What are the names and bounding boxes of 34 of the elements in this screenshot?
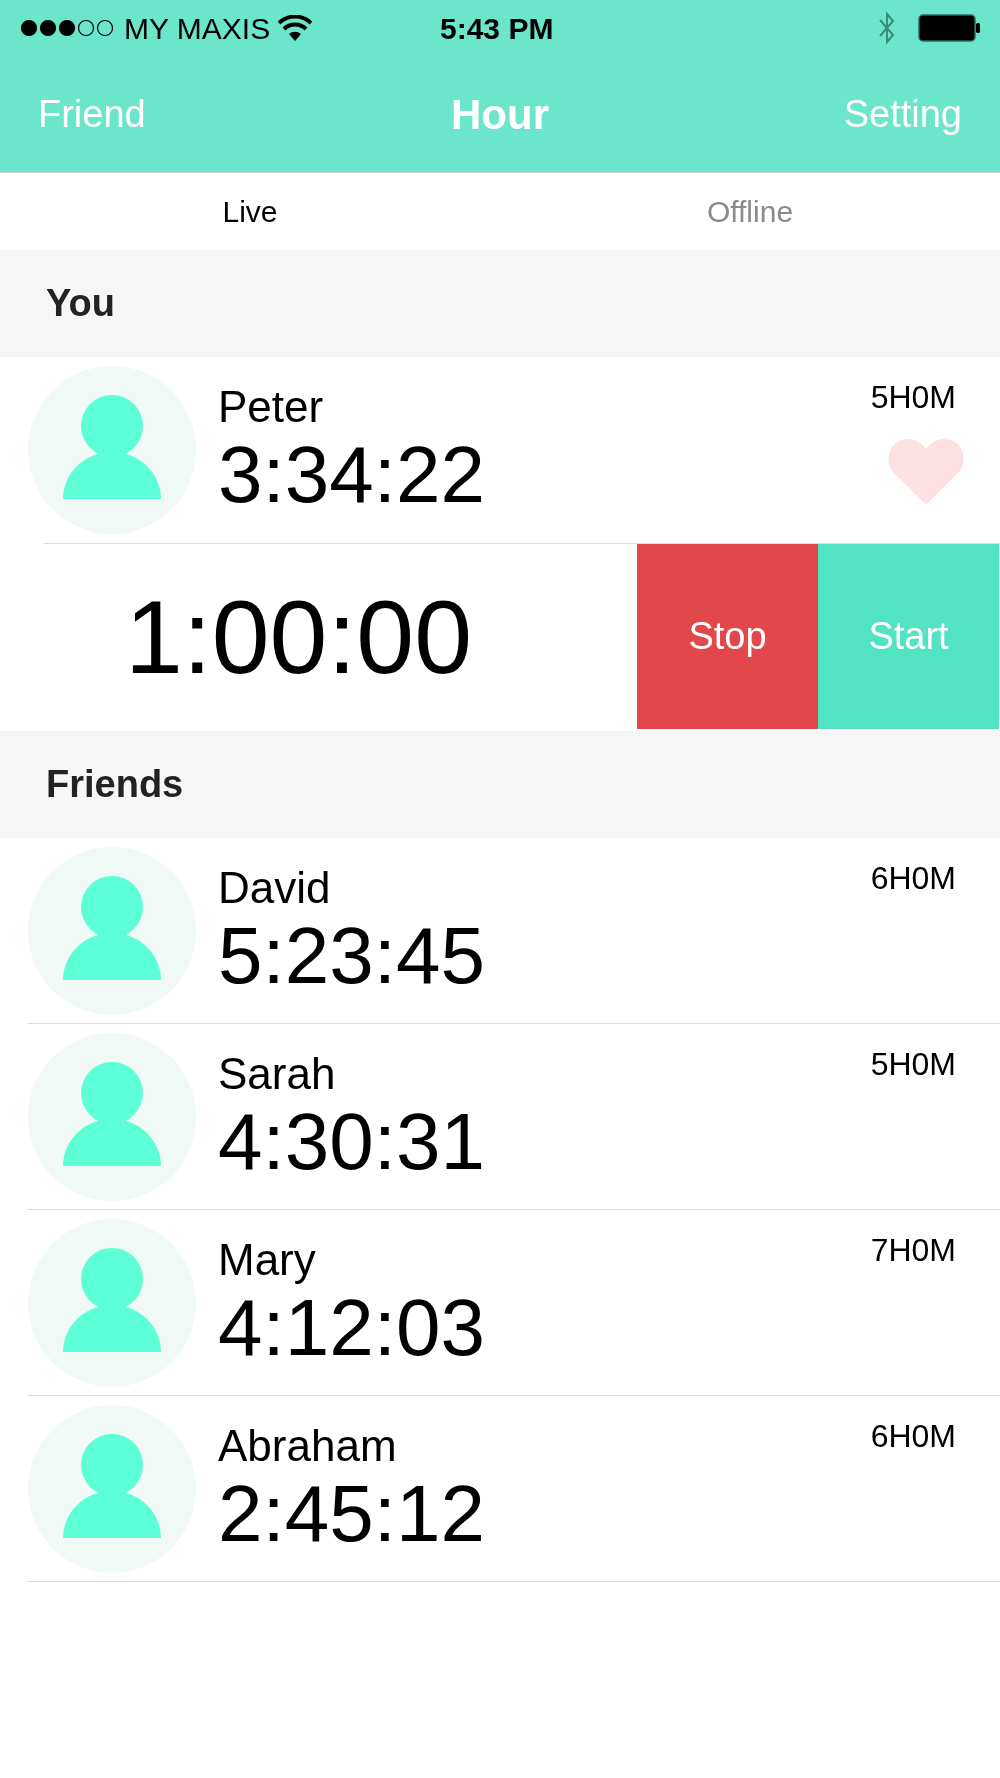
elapsed-time: 4:12:03	[218, 1284, 486, 1371]
person-name: Sarah	[218, 1048, 337, 1099]
avatar-icon	[28, 1218, 196, 1387]
person-name: Peter	[218, 382, 325, 432]
goal-label: 5H0M	[870, 378, 956, 417]
stop-button[interactable]: Stop	[637, 544, 818, 729]
avatar-icon	[28, 366, 196, 534]
avatar-icon	[28, 846, 196, 1015]
avatar-icon	[28, 1404, 196, 1573]
elapsed-time: 5:23:45	[218, 912, 486, 999]
heart-icon[interactable]	[888, 437, 964, 505]
elapsed-time: 4:30:31	[218, 1098, 486, 1185]
avatar-icon	[28, 1032, 196, 1201]
goal-label: 5H0M	[870, 1045, 956, 1084]
tab[interactable]: Live	[0, 173, 500, 250]
tab[interactable]: Offline	[500, 173, 1000, 250]
person-name: David	[218, 862, 332, 913]
goal-label: 6H0M	[870, 859, 956, 898]
goal-label: 6H0M	[870, 1417, 956, 1456]
screen-title: Hour	[451, 89, 549, 140]
carrier-name: MY MAXIS	[124, 10, 271, 47]
wifi-icon	[278, 15, 313, 41]
bluetooth-icon	[878, 11, 896, 45]
section-title: Friends	[46, 762, 184, 807]
status-time: 5:43 PM	[440, 10, 554, 47]
person-name: Abraham	[218, 1420, 398, 1471]
signal-icon	[20, 19, 116, 37]
countdown-time: 1:00:00	[124, 577, 473, 697]
battery-icon	[918, 14, 980, 42]
elapsed-time: 3:34:22	[218, 432, 486, 518]
elapsed-time: 2:45:12	[218, 1470, 486, 1557]
section-title: You	[46, 281, 115, 326]
person-name: Mary	[218, 1234, 317, 1285]
goal-label: 7H0M	[870, 1231, 956, 1270]
